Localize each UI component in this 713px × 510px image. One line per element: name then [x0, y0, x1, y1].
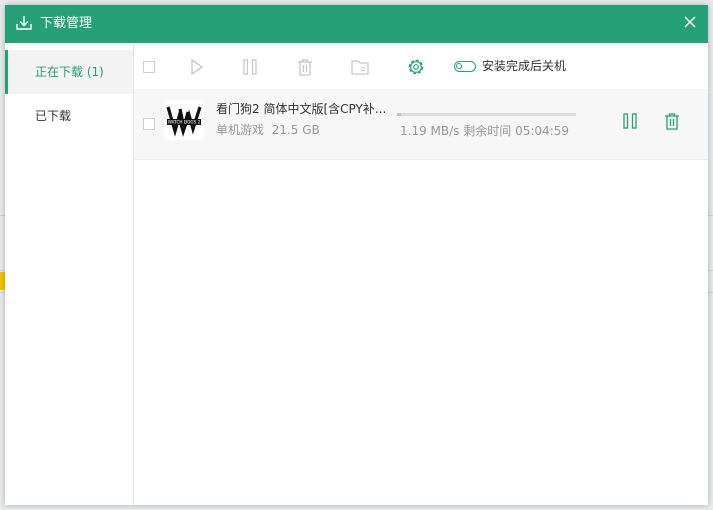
game-meta: 单机游戏 21.5 GB [216, 122, 320, 138]
thumbnail-text: WATCH DOGS 2 [168, 120, 201, 125]
main-panel: 安装完成后关机 WATCH DOGS 2 看门狗2 简体中文版[含CPY补...… [134, 43, 708, 505]
remaining-time: 05:04:59 [515, 124, 569, 138]
game-title: 看门狗2 简体中文版[含CPY补... [216, 102, 387, 116]
sidebar-item-label: 正在下载 (1) [35, 65, 104, 79]
shutdown-toggle[interactable] [454, 61, 476, 72]
close-icon[interactable] [680, 12, 700, 32]
shutdown-toggle-label: 安装完成后关机 [482, 59, 567, 73]
settings-icon[interactable] [406, 57, 426, 77]
toolbar: 安装完成后关机 [134, 43, 708, 89]
start-icon[interactable] [186, 57, 206, 77]
game-thumbnail: WATCH DOGS 2 [164, 100, 204, 140]
progress-fill [397, 113, 401, 116]
select-all-checkbox[interactable] [143, 61, 155, 73]
sidebar-item-downloading[interactable]: 正在下载 (1) [5, 50, 133, 94]
sidebar: 正在下载 (1) 已下载 [5, 43, 134, 505]
sidebar-item-downloaded[interactable]: 已下载 [5, 94, 133, 138]
remaining-label: 剩余时间 [463, 124, 512, 138]
download-speed: 1.19 MB/s [400, 124, 460, 138]
row-pause-icon[interactable] [620, 111, 640, 131]
title-bar: 下载管理 [5, 5, 708, 43]
game-size: 21.5 GB [271, 123, 320, 137]
pause-icon[interactable] [240, 57, 260, 77]
download-row[interactable]: WATCH DOGS 2 看门狗2 简体中文版[含CPY补... 单机游戏 21… [134, 89, 708, 160]
download-icon [16, 16, 32, 30]
row-delete-icon[interactable] [662, 111, 682, 131]
delete-icon[interactable] [295, 57, 315, 77]
open-folder-icon[interactable] [350, 57, 370, 77]
sidebar-item-label: 已下载 [35, 109, 72, 123]
game-category: 单机游戏 [216, 123, 265, 137]
window-title: 下载管理 [40, 16, 93, 31]
row-checkbox[interactable] [143, 118, 155, 130]
progress-bar [397, 113, 576, 116]
download-manager-dialog: 下载管理 正在下载 (1) 已下载 安装完成后关机 WATCH DOGS 2 看… [5, 5, 708, 505]
progress-text: 1.19 MB/s 剩余时间 05:04:59 [400, 123, 569, 139]
